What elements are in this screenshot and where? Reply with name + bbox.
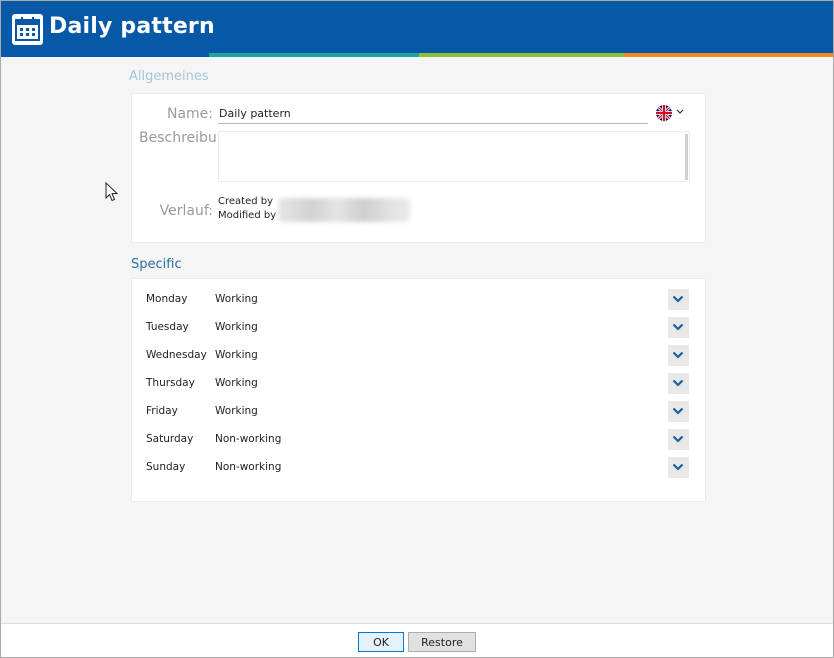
day-status: Working (215, 349, 258, 361)
day-row-tuesday: Tuesday Working (132, 314, 705, 342)
day-status: Working (215, 405, 258, 417)
day-status: Working (215, 293, 258, 305)
day-label: Monday (146, 293, 188, 305)
day-label: Friday (146, 405, 178, 417)
day-row-wednesday: Wednesday Working (132, 342, 705, 370)
accent-stripe-green (419, 53, 624, 57)
redacted-user-info (278, 198, 410, 222)
day-status-dropdown-button[interactable] (668, 373, 689, 394)
modified-by-label: Modified by (218, 210, 277, 221)
chevron-down-icon (672, 323, 684, 331)
chevron-down-icon (672, 407, 684, 415)
day-status-dropdown-button[interactable] (668, 345, 689, 366)
name-input[interactable] (218, 104, 648, 124)
day-row-monday: Monday Working (132, 286, 705, 314)
language-selector[interactable] (656, 105, 686, 123)
day-label: Wednesday (146, 349, 207, 361)
day-status: Non-working (215, 461, 282, 473)
chevron-down-icon (676, 109, 684, 114)
chevron-down-icon (672, 295, 684, 303)
name-label: Name: (166, 106, 213, 122)
title-bar: Daily pattern (1, 1, 833, 57)
day-status-dropdown-button[interactable] (668, 317, 689, 338)
description-scrollbar[interactable] (685, 134, 688, 180)
day-status: Non-working (215, 433, 282, 445)
description-input[interactable] (218, 131, 690, 182)
accent-stripe-teal (209, 53, 419, 57)
restore-button[interactable]: Restore (408, 632, 476, 652)
created-by-label: Created by (218, 196, 274, 207)
day-status-dropdown-button[interactable] (668, 429, 689, 450)
general-panel: Name: Beschreibung: Verlauf: Created by … (131, 93, 706, 243)
ok-button[interactable]: OK (358, 632, 404, 652)
chevron-down-icon (672, 379, 684, 387)
section-header-specific: Specific (131, 257, 182, 272)
mouse-cursor-icon (105, 182, 119, 202)
dialog-footer: OK Restore (1, 623, 833, 657)
day-row-thursday: Thursday Working (132, 370, 705, 398)
window-title: Daily pattern (49, 14, 215, 39)
history-label: Verlauf: (159, 203, 213, 219)
day-status: Working (215, 377, 258, 389)
chevron-down-icon (672, 435, 684, 443)
chevron-down-icon (672, 463, 684, 471)
specific-panel: Monday Working Tuesday Working Wednesday… (131, 278, 706, 502)
day-label: Thursday (146, 377, 195, 389)
day-status-dropdown-button[interactable] (668, 289, 689, 310)
day-row-friday: Friday Working (132, 398, 705, 426)
day-status: Working (215, 321, 258, 333)
day-status-dropdown-button[interactable] (668, 457, 689, 478)
uk-flag-icon (656, 105, 672, 121)
day-label: Saturday (146, 433, 194, 445)
chevron-down-icon (672, 351, 684, 359)
calendar-icon (12, 14, 43, 45)
day-status-dropdown-button[interactable] (668, 401, 689, 422)
day-label: Sunday (146, 461, 186, 473)
day-row-sunday: Sunday Non-working (132, 454, 705, 482)
section-header-general: Allgemeines (129, 69, 209, 84)
accent-stripe-orange (624, 53, 833, 57)
day-label: Tuesday (146, 321, 189, 333)
day-row-saturday: Saturday Non-working (132, 426, 705, 454)
